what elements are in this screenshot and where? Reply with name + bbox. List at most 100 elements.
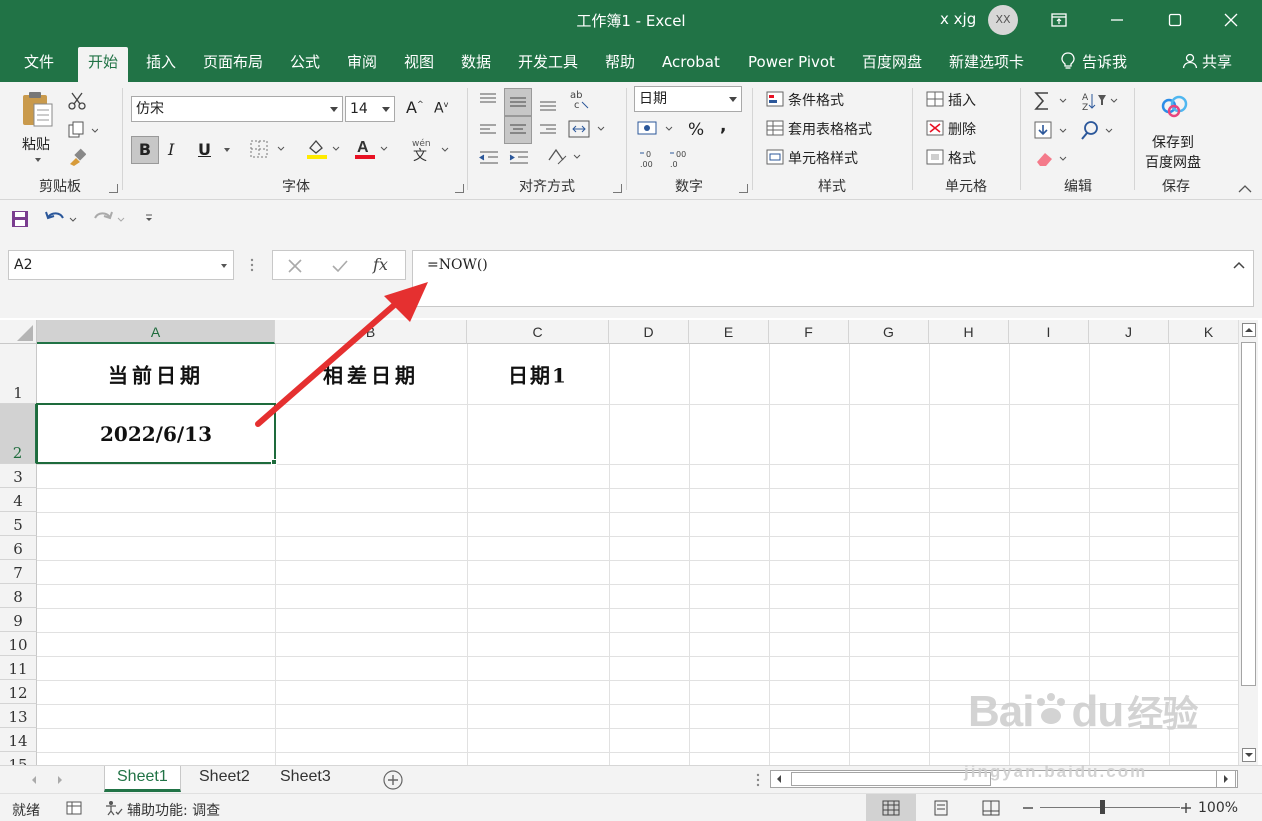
new-sheet-icon[interactable]: [382, 769, 404, 791]
enter-button[interactable]: [331, 258, 349, 278]
tab-developer[interactable]: 开发工具: [508, 47, 588, 82]
tab-formulas[interactable]: 公式: [280, 47, 330, 82]
paste-dropdown-icon[interactable]: [35, 158, 41, 162]
align-right-button[interactable]: [538, 120, 558, 144]
row-header-8[interactable]: 8: [0, 584, 37, 608]
underline-button[interactable]: U: [198, 140, 211, 159]
redo-button[interactable]: [92, 209, 126, 233]
formula-input[interactable]: =NOW(): [412, 250, 1254, 307]
tab-data[interactable]: 数据: [451, 47, 501, 82]
chevron-up-icon[interactable]: [1233, 261, 1245, 269]
accessibility-icon[interactable]: [105, 800, 123, 816]
accessibility-status[interactable]: 辅助功能: 调查: [127, 800, 220, 820]
orientation-button[interactable]: ab c: [568, 88, 590, 114]
borders-button[interactable]: [250, 140, 286, 162]
tab-home[interactable]: 开始: [78, 47, 129, 82]
undo-button[interactable]: [44, 209, 78, 233]
row-header-11[interactable]: 11: [0, 656, 37, 680]
tab-acrobat[interactable]: Acrobat: [652, 47, 730, 82]
column-header-a[interactable]: A: [37, 320, 275, 344]
cell-a1[interactable]: 当前日期: [37, 344, 275, 404]
row-header-7[interactable]: 7: [0, 560, 37, 584]
grow-font-button[interactable]: A^: [406, 98, 424, 117]
column-header-e[interactable]: E: [689, 320, 769, 344]
cell-a2[interactable]: 2022/6/13: [37, 404, 275, 464]
phonetic-guide-button[interactable]: wén 文: [410, 136, 450, 166]
cell-c1[interactable]: 日期1: [467, 344, 609, 404]
number-format-select[interactable]: 日期: [634, 86, 742, 112]
row-header-10[interactable]: 10: [0, 632, 37, 656]
zoom-slider-thumb[interactable]: [1100, 800, 1105, 814]
number-launcher[interactable]: [739, 184, 748, 193]
zoom-in-icon[interactable]: [1180, 802, 1192, 814]
vertical-scroll-thumb[interactable]: [1241, 342, 1256, 686]
fill-handle[interactable]: [271, 459, 277, 465]
sheet-tab-3[interactable]: Sheet3: [268, 766, 343, 792]
row-header-1[interactable]: 1: [0, 344, 37, 404]
clear-button[interactable]: [1034, 148, 1074, 174]
row-header-12[interactable]: 12: [0, 680, 37, 704]
row-header-13[interactable]: 13: [0, 704, 37, 728]
share-button[interactable]: 共享: [1172, 47, 1242, 82]
cancel-button[interactable]: [287, 258, 303, 278]
autosum-button[interactable]: [1034, 90, 1074, 116]
scroll-sheets-right-icon[interactable]: [54, 774, 66, 786]
copy-button[interactable]: [68, 121, 99, 143]
row-header-6[interactable]: 6: [0, 536, 37, 560]
clipboard-launcher[interactable]: [109, 184, 118, 193]
align-center-button[interactable]: [504, 116, 532, 144]
accounting-format-button[interactable]: [636, 118, 676, 144]
fill-color-button[interactable]: [306, 138, 340, 164]
increase-decimal-button[interactable]: 0.00: [638, 148, 662, 174]
font-launcher[interactable]: [455, 184, 464, 193]
column-header-d[interactable]: D: [609, 320, 689, 344]
splitter-grip-icon[interactable]: [756, 772, 760, 788]
comma-button[interactable]: ,: [720, 116, 726, 136]
percent-button[interactable]: %: [688, 120, 704, 140]
sort-filter-button[interactable]: AZ: [1080, 90, 1120, 116]
tab-power-pivot[interactable]: Power Pivot: [738, 47, 845, 82]
row-header-14[interactable]: 14: [0, 728, 37, 752]
tab-baidu-netdisk[interactable]: 百度网盘: [852, 47, 932, 82]
tab-file[interactable]: 文件: [14, 47, 64, 82]
macro-record-icon[interactable]: [66, 800, 82, 816]
save-line1[interactable]: 保存到: [1152, 132, 1194, 152]
alignment-launcher[interactable]: [613, 184, 622, 193]
scroll-right-icon[interactable]: [1216, 770, 1236, 788]
underline-dropdown-icon[interactable]: [224, 148, 230, 152]
shrink-font-button[interactable]: Av: [434, 100, 448, 117]
cell-b1[interactable]: 相差日期: [275, 344, 467, 404]
select-all-button[interactable]: [0, 320, 37, 344]
page-layout-view-icon[interactable]: [932, 800, 950, 816]
bold-button[interactable]: B: [131, 136, 159, 164]
ribbon-display-options-button[interactable]: [1036, 0, 1082, 40]
name-box[interactable]: A2: [8, 250, 234, 280]
increase-indent-button[interactable]: [508, 148, 530, 172]
fill-button[interactable]: [1034, 120, 1074, 146]
align-left-button[interactable]: [478, 120, 498, 144]
align-top-button[interactable]: [478, 90, 498, 114]
column-header-f[interactable]: F: [769, 320, 849, 344]
close-button[interactable]: [1208, 0, 1254, 40]
column-header-g[interactable]: G: [849, 320, 929, 344]
merge-center-button[interactable]: [568, 118, 608, 144]
decrease-decimal-button[interactable]: 00.0: [668, 148, 692, 174]
row-header-9[interactable]: 9: [0, 608, 37, 632]
tab-page-layout[interactable]: 页面布局: [193, 47, 273, 82]
scroll-down-icon[interactable]: [1242, 748, 1256, 762]
row-header-5[interactable]: 5: [0, 512, 37, 536]
row-header-2[interactable]: 2: [0, 404, 37, 464]
font-name-select[interactable]: 仿宋: [131, 96, 343, 122]
scroll-left-icon[interactable]: [772, 772, 786, 786]
sheet-tab-2[interactable]: Sheet2: [187, 766, 262, 792]
row-header-3[interactable]: 3: [0, 464, 37, 488]
avatar[interactable]: XX: [988, 5, 1018, 35]
page-break-view-icon[interactable]: [982, 800, 1000, 816]
column-header-k[interactable]: K: [1169, 320, 1249, 344]
user-name[interactable]: x xjg: [940, 10, 976, 28]
maximize-button[interactable]: [1152, 0, 1198, 40]
font-size-select[interactable]: 14: [345, 96, 395, 122]
wrap-text-button[interactable]: [546, 146, 586, 172]
italic-button[interactable]: I: [168, 140, 174, 159]
tab-review[interactable]: 审阅: [337, 47, 387, 82]
